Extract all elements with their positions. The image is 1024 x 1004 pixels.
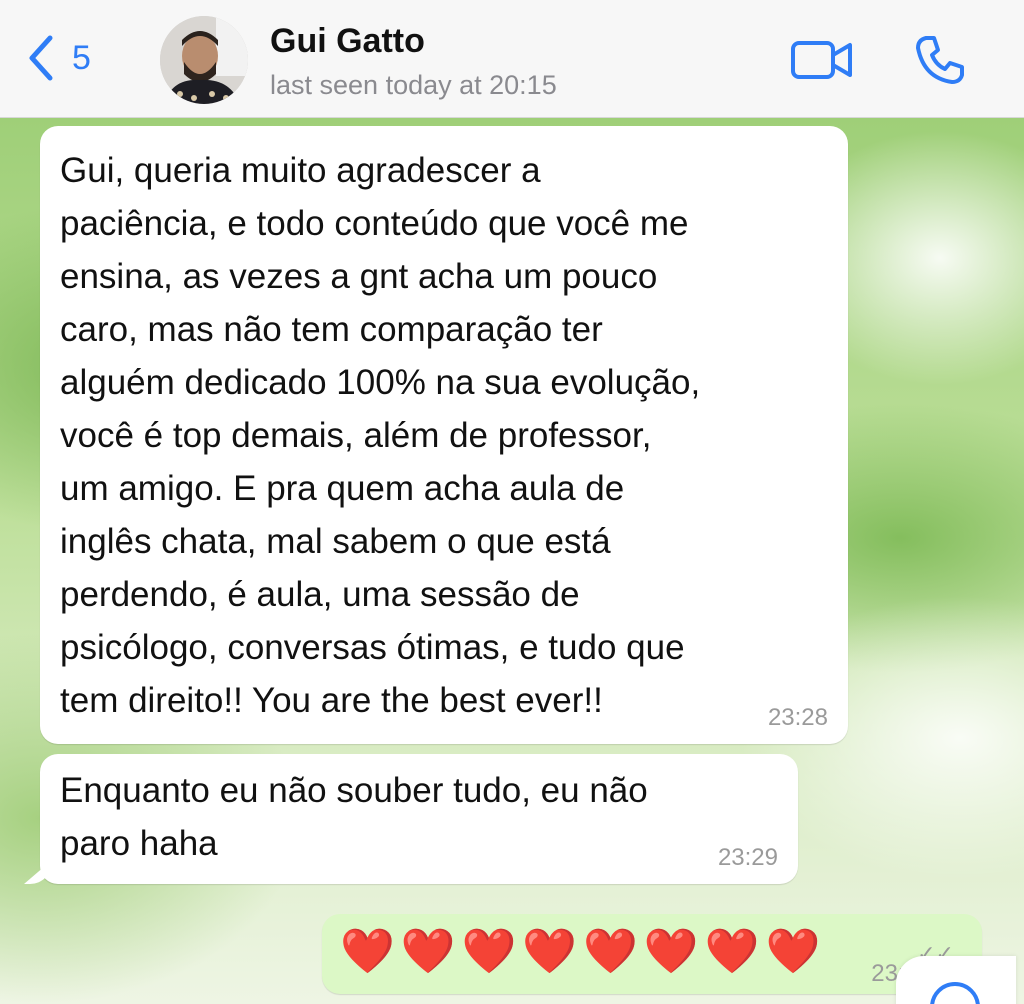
message-text: Gui, queria muito agradescer a paciência… bbox=[60, 151, 701, 720]
chevron-left-icon bbox=[29, 35, 53, 81]
last-seen-status: last seen today at 20:15 bbox=[270, 70, 557, 100]
avatar[interactable] bbox=[160, 16, 248, 104]
chat-header: 5 Gui Gatto last seen today at 20:15 bbox=[0, 0, 1024, 118]
message-bubble-outgoing[interactable]: ❤️❤️❤️❤️❤️❤️❤️❤️ 23:3 ✓✓ bbox=[322, 914, 982, 994]
contact-name[interactable]: Gui Gatto bbox=[270, 22, 425, 61]
message-text: Enquanto eu não souber tudo, eu não paro… bbox=[60, 771, 648, 863]
video-camera-icon bbox=[791, 41, 852, 79]
message-emoji-hearts: ❤️❤️❤️❤️❤️❤️❤️❤️ bbox=[340, 927, 827, 976]
message-bubble-incoming[interactable]: Gui, queria muito agradescer a paciência… bbox=[40, 126, 848, 744]
video-call-button[interactable] bbox=[790, 38, 854, 87]
voice-call-button[interactable] bbox=[912, 32, 968, 93]
message-time: 23:29 bbox=[717, 844, 778, 871]
message-time: 23:28 bbox=[767, 704, 828, 731]
chat-area[interactable]: Gui, queria muito agradescer a paciência… bbox=[0, 118, 1024, 1004]
phone-icon bbox=[916, 36, 964, 84]
avatar-image bbox=[160, 16, 248, 104]
back-button[interactable]: 5 bbox=[28, 34, 91, 82]
message-bubble-incoming[interactable]: Enquanto eu não souber tudo, eu não paro… bbox=[40, 754, 798, 884]
scroll-down-button[interactable] bbox=[896, 956, 1016, 1004]
unread-count: 5 bbox=[72, 39, 91, 77]
scroll-down-icon bbox=[930, 982, 980, 1004]
